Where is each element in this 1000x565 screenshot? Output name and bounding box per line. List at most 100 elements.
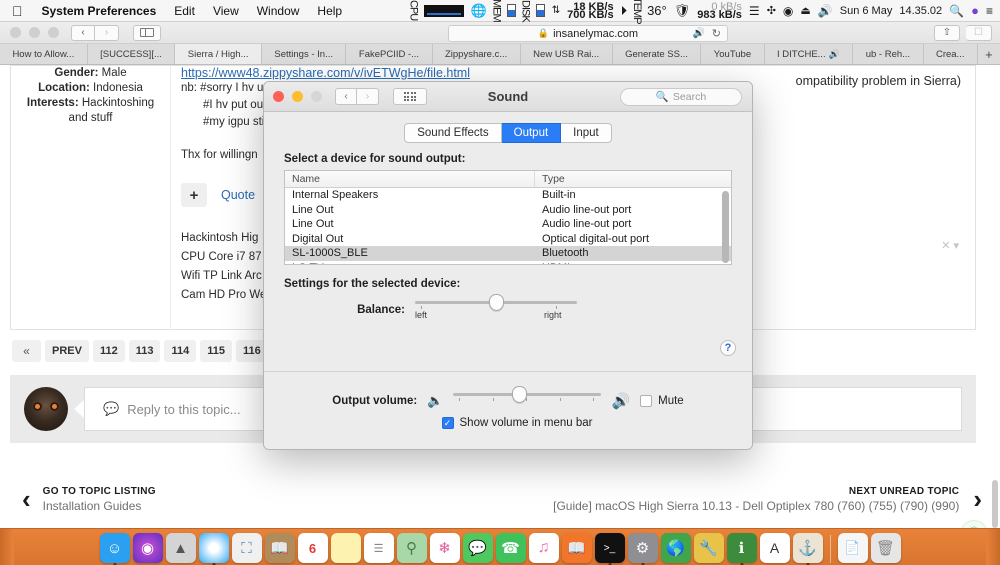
disk-meter-icon[interactable]: ☰ <box>749 4 760 18</box>
show-volume-checkbox[interactable]: ✓ <box>441 417 454 429</box>
share-button[interactable]: ⇧ <box>934 24 960 41</box>
globe-icon[interactable]: 🌐 <box>471 3 487 19</box>
prefs-back-button[interactable]: ‹ <box>335 88 357 105</box>
prefs-search-field[interactable]: 🔍 Search <box>620 87 742 106</box>
disk-speed-indicator[interactable]: 0 kB/s 983 kB/s <box>697 1 742 20</box>
volume-icon[interactable]: 🔊 <box>818 4 833 18</box>
tab-output[interactable]: Output <box>501 123 562 143</box>
siri-icon[interactable]: ● <box>971 3 979 18</box>
eject-icon[interactable]: ⏏ <box>800 4 810 17</box>
menu-item-edit[interactable]: Edit <box>165 0 204 22</box>
menu-clock-time[interactable]: 14.35.02 <box>899 5 942 17</box>
preview-icon[interactable]: ⛶ <box>231 533 262 563</box>
table-row[interactable]: Internal Speakers Built-in <box>285 188 731 203</box>
prefs-forward-button[interactable]: › <box>357 88 379 105</box>
show-all-prefs-button[interactable] <box>393 88 427 105</box>
browser-tab[interactable]: FakePCIID -... <box>346 44 433 64</box>
sound-zoom-button[interactable] <box>311 91 322 102</box>
browser-tab[interactable]: I DITCHE... 🔊 <box>764 44 854 64</box>
messages-icon[interactable]: 💬 <box>462 533 493 563</box>
system-preferences-icon[interactable]: ⚙ <box>627 533 658 563</box>
airdrop-icon[interactable]: ⏵ <box>621 3 628 19</box>
tab-input[interactable]: Input <box>561 123 612 143</box>
pagination-page[interactable]: 113 <box>128 340 161 362</box>
pagination-page[interactable]: 114 <box>164 340 197 362</box>
tab-audio-icon[interactable]: 🔊 <box>693 28 705 39</box>
bluetooth-icon[interactable]: ✣ <box>767 4 776 17</box>
notes-icon[interactable] <box>330 533 361 563</box>
iokit-tool-icon[interactable]: ⚓ <box>792 533 823 563</box>
cpu-temperature[interactable]: 36° <box>647 3 667 18</box>
reload-icon[interactable]: ↻ <box>712 27 721 40</box>
browser-tab[interactable]: Settings - In... <box>261 44 347 64</box>
help-button[interactable]: ? <box>720 340 736 356</box>
menu-item-system-preferences[interactable]: System Preferences <box>33 0 166 22</box>
browser-tab[interactable]: New USB Rai... <box>520 44 613 64</box>
pagination-page[interactable]: 112 <box>92 340 125 362</box>
photos-icon[interactable]: ❄ <box>429 533 460 563</box>
terminal-icon[interactable]: >_ <box>594 533 625 563</box>
maps-icon[interactable]: ⚲ <box>396 533 427 563</box>
menu-item-help[interactable]: Help <box>308 0 351 22</box>
column-header-name[interactable]: Name <box>285 171 535 187</box>
column-header-type[interactable]: Type <box>535 171 731 187</box>
trash-icon[interactable]: 🗑 <box>870 533 901 563</box>
cpu-history-icon[interactable] <box>423 4 464 17</box>
output-device-table[interactable]: Name Type Internal Speakers Built-in Lin… <box>284 170 732 265</box>
launchpad-icon[interactable]: ▲ <box>165 533 196 563</box>
next-unread-topic[interactable]: NEXT UNREAD TOPIC [Guide] macOS High Sie… <box>553 486 1000 513</box>
page-scrollbar[interactable] <box>992 480 998 528</box>
browser-tab[interactable]: YouTube <box>701 44 765 64</box>
balance-slider[interactable]: left right <box>415 294 577 320</box>
pagination-prev[interactable]: PREV <box>45 340 89 362</box>
close-button[interactable] <box>10 27 21 38</box>
quote-button[interactable]: Quote <box>221 188 255 202</box>
show-volume-control[interactable]: ✓ Show volume in menu bar <box>424 417 592 429</box>
sound-window-titlebar[interactable]: ‹ › Sound 🔍 Search <box>264 82 752 112</box>
menu-item-window[interactable]: Window <box>248 0 309 22</box>
network-arrows-icon[interactable]: ⇅ <box>552 5 560 16</box>
notification-center-icon[interactable]: ≡ <box>986 4 993 18</box>
calendar-icon[interactable]: 6 <box>297 533 328 563</box>
browser-tab[interactable]: Generate SS... <box>612 44 702 64</box>
hackintool-icon[interactable]: ℹ <box>726 533 757 563</box>
browser-tab[interactable]: Zippyshare.c... <box>432 44 521 64</box>
close-icon[interactable]: ✕ ▾ <box>941 239 959 252</box>
device-table-scrollbar[interactable] <box>722 191 729 263</box>
tab-audio-icon[interactable]: 🔊 <box>829 49 840 60</box>
sound-minimize-button[interactable] <box>292 91 303 102</box>
zoom-button[interactable] <box>48 27 59 38</box>
table-row[interactable]: LG TV HDMI <box>285 261 731 264</box>
contacts-icon[interactable]: 📖 <box>264 533 295 563</box>
table-row[interactable]: Digital Out Optical digital-out port <box>285 232 731 247</box>
downloads-stack-icon[interactable]: 📄 <box>837 533 868 563</box>
memory-gauge-icon[interactable] <box>506 4 516 17</box>
browser-tab[interactable]: ub - Reh... <box>853 44 924 64</box>
browser-tab[interactable]: Crea... <box>923 44 978 64</box>
shield-icon[interactable]: 🛡 <box>674 3 691 19</box>
browser-tab[interactable]: How to Allow... <box>0 44 88 64</box>
itunes-icon[interactable]: ♫ <box>528 533 559 563</box>
browser-tab[interactable]: [SUCCESS][... <box>87 44 176 64</box>
menu-clock-date[interactable]: Sun 6 May <box>840 5 893 17</box>
minimize-button[interactable] <box>29 27 40 38</box>
spotlight-search-icon[interactable]: 🔍 <box>949 4 964 18</box>
tab-sound-effects[interactable]: Sound Effects <box>404 123 502 143</box>
mute-checkbox[interactable] <box>640 395 653 407</box>
add-multiquote-button[interactable]: + <box>181 183 207 207</box>
table-row[interactable]: Line Out Audio line-out port <box>285 217 731 232</box>
back-button[interactable]: ‹ <box>71 24 95 41</box>
avatar[interactable] <box>24 387 68 431</box>
apple-menu-icon[interactable]:  <box>8 0 33 22</box>
table-row[interactable]: Line Out Audio line-out port <box>285 203 731 218</box>
sidebar-toggle-button[interactable] <box>133 24 161 41</box>
menu-item-view[interactable]: View <box>204 0 248 22</box>
sound-close-button[interactable] <box>273 91 284 102</box>
address-bar[interactable]: 🔒 insanelymac.com 🔊 ↻ <box>448 25 728 42</box>
disk-gauge-icon[interactable] <box>535 4 545 17</box>
siri-icon[interactable]: ◉ <box>132 533 163 563</box>
font-book-icon[interactable]: A <box>759 533 790 563</box>
wifi-icon[interactable]: ◉ <box>783 4 793 18</box>
network-speed-indicator[interactable]: 18 KB/s 700 KB/s <box>567 1 613 20</box>
facetime-icon[interactable]: ☎ <box>495 533 526 563</box>
